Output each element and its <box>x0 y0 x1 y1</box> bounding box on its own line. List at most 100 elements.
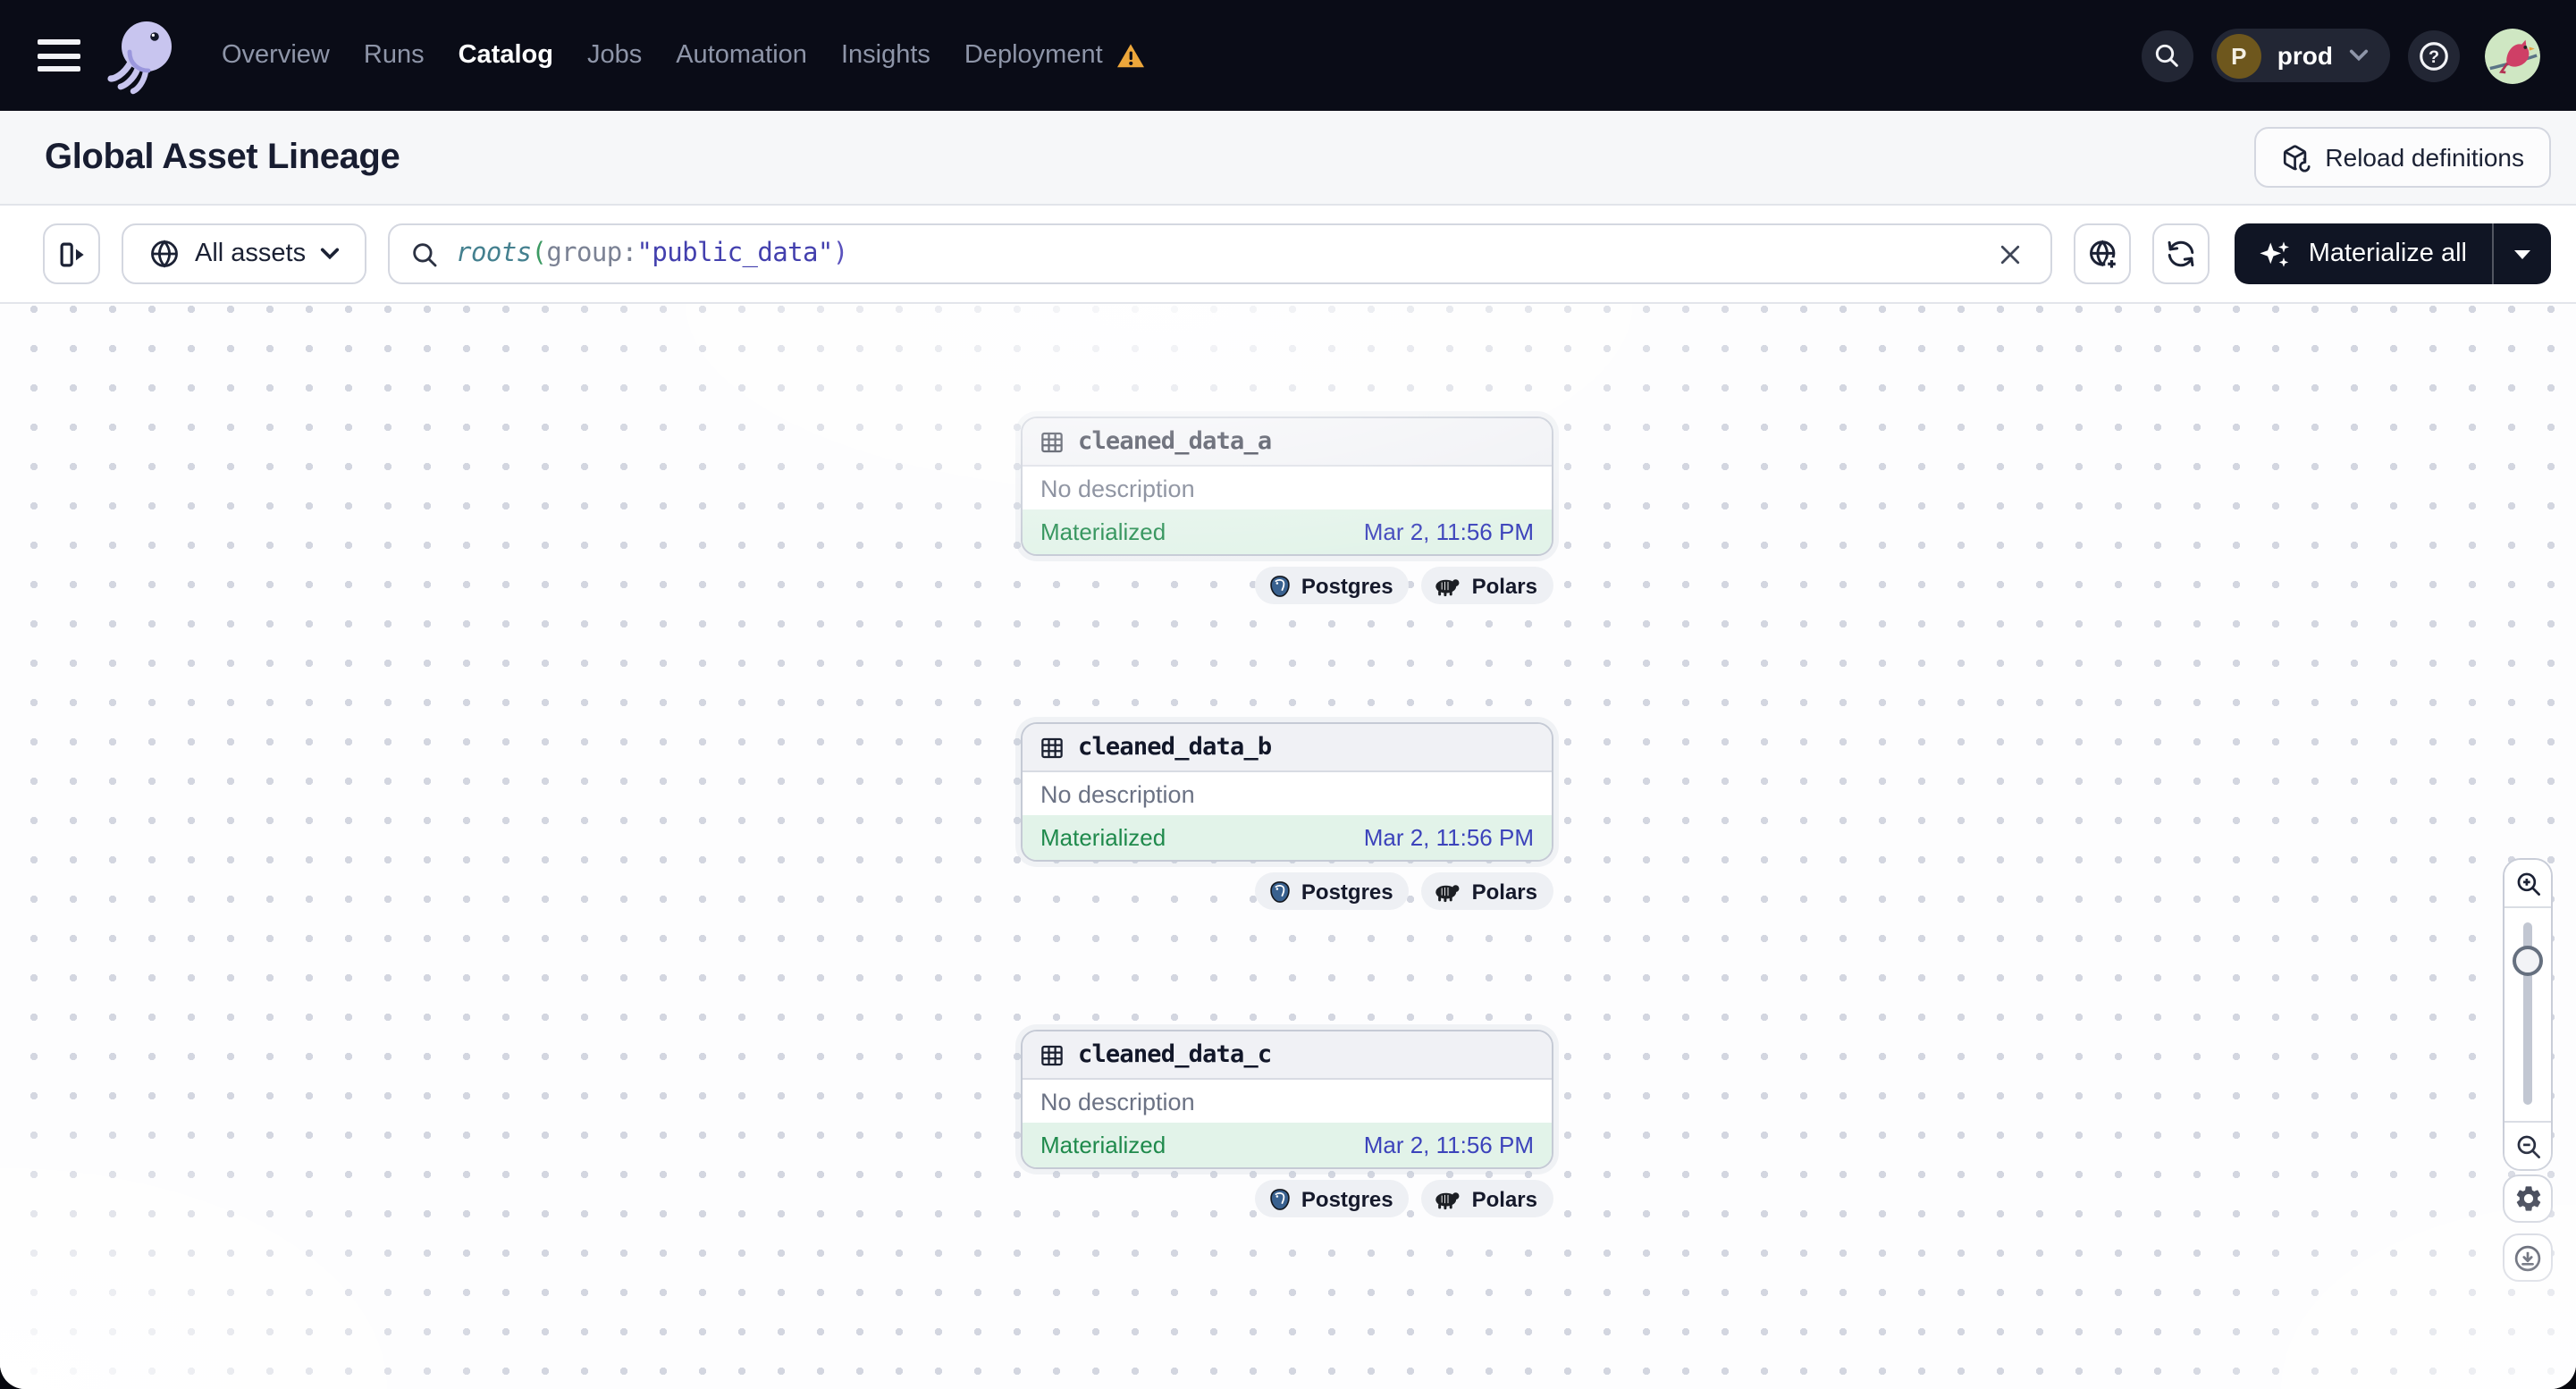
download-graph-button[interactable] <box>2503 1233 2553 1282</box>
save-catalog-view-button[interactable] <box>2074 223 2132 284</box>
asset-node-group: cleaned_data_c No description Materializ… <box>1021 1030 1553 1217</box>
materialization-timestamp[interactable]: Mar 2, 11:56 PM <box>1364 824 1534 851</box>
polars-icon <box>1435 1192 1461 1210</box>
zoom-in-icon <box>2516 871 2539 895</box>
postgres-icon <box>1270 1188 1290 1209</box>
asset-tags: Postgres Polars <box>1021 567 1553 604</box>
query-open-paren: ( <box>531 240 547 268</box>
asset-description: No description <box>1023 772 1552 815</box>
asset-name: cleaned_data_b <box>1078 733 1272 762</box>
materialization-timestamp[interactable]: Mar 2, 11:56 PM <box>1364 1132 1534 1158</box>
dagster-logo-icon[interactable] <box>107 16 179 95</box>
status-badge: Materialized <box>1040 518 1166 545</box>
tag-postgres[interactable]: Postgres <box>1254 567 1410 604</box>
user-avatar[interactable] <box>2485 28 2540 83</box>
page-header: Global Asset Lineage Reload definitions <box>0 111 2576 206</box>
tag-polars[interactable]: Polars <box>1421 567 1553 604</box>
table-icon <box>1041 431 1063 452</box>
open-side-panel-button[interactable] <box>43 223 100 284</box>
status-badge: Materialized <box>1040 824 1166 851</box>
asset-node-cleaned-data-c[interactable]: cleaned_data_c No description Materializ… <box>1021 1030 1553 1169</box>
reload-definitions-button[interactable]: Reload definitions <box>2253 127 2551 188</box>
table-icon <box>1041 737 1063 758</box>
nav-item-runs[interactable]: Runs <box>364 41 425 70</box>
refresh-icon <box>2168 240 2195 267</box>
asset-node-header: cleaned_data_a <box>1023 418 1552 467</box>
selection-query: roots(group:"public_data") <box>456 240 849 268</box>
asset-status-row: Materialized Mar 2, 11:56 PM <box>1023 1123 1552 1167</box>
nav-item-catalog[interactable]: Catalog <box>459 41 553 70</box>
tag-polars[interactable]: Polars <box>1421 872 1553 910</box>
warning-icon <box>1116 43 1144 67</box>
tag-label: Polars <box>1471 573 1537 598</box>
materialize-all-button[interactable]: Materialize all <box>2235 223 2492 284</box>
tag-label: Polars <box>1471 1186 1537 1211</box>
help-button[interactable]: ? <box>2408 29 2460 81</box>
zoom-out-icon <box>2516 1134 2539 1158</box>
asset-name: cleaned_data_a <box>1078 427 1272 456</box>
asset-tags: Postgres Polars <box>1021 1180 1553 1217</box>
nav-item-overview[interactable]: Overview <box>222 41 330 70</box>
tag-postgres[interactable]: Postgres <box>1254 872 1410 910</box>
zoom-slider-thumb[interactable] <box>2513 946 2543 976</box>
query-argument-key: group: <box>546 240 637 268</box>
app-window: Overview Runs Catalog Jobs Automation In… <box>0 0 2576 1389</box>
panel-expand-icon <box>59 241 83 266</box>
sparkles-icon <box>2260 240 2290 266</box>
refresh-button[interactable] <box>2152 223 2210 284</box>
globe-plus-icon <box>2089 239 2118 270</box>
asset-scope-label: All assets <box>195 240 307 268</box>
chevron-down-icon <box>2349 49 2369 62</box>
nav-item-deployment[interactable]: Deployment <box>964 41 1146 70</box>
asset-description: No description <box>1023 467 1552 509</box>
asset-node-group: cleaned_data_a No description Materializ… <box>1021 417 1553 604</box>
download-icon <box>2514 1244 2541 1271</box>
lineage-canvas[interactable]: cleaned_data_a No description Materializ… <box>0 304 2576 1389</box>
polars-icon <box>1435 579 1461 597</box>
materialize-all-split-button: Materialize all <box>2235 223 2551 284</box>
asset-status-row: Materialized Mar 2, 11:56 PM <box>1023 509 1552 554</box>
page-title: Global Asset Lineage <box>45 137 400 176</box>
box-reload-icon <box>2283 144 2310 172</box>
nav-item-deployment-label: Deployment <box>964 41 1103 70</box>
tag-polars[interactable]: Polars <box>1421 1180 1553 1217</box>
postgres-icon <box>1270 575 1290 596</box>
nav-item-automation[interactable]: Automation <box>676 41 807 70</box>
zoom-slider[interactable] <box>2504 906 2551 1123</box>
zoom-out-button[interactable] <box>2504 1123 2551 1169</box>
materialize-options-button[interactable] <box>2494 223 2551 284</box>
postgres-icon <box>1270 880 1290 902</box>
gear-icon <box>2515 1186 2540 1211</box>
tag-postgres[interactable]: Postgres <box>1254 1180 1410 1217</box>
menu-icon[interactable] <box>38 39 80 72</box>
environment-switcher[interactable]: P prod <box>2210 29 2390 82</box>
clear-query-button[interactable] <box>1987 231 2033 277</box>
graph-settings-button[interactable] <box>2503 1174 2553 1223</box>
polars-icon <box>1435 885 1461 903</box>
tag-label: Postgres <box>1301 1186 1393 1211</box>
tag-label: Postgres <box>1301 879 1393 904</box>
query-argument-value: "public_data" <box>636 240 834 268</box>
chevron-down-icon <box>321 248 340 260</box>
materialize-all-label: Materialize all <box>2308 240 2467 268</box>
nav-item-jobs[interactable]: Jobs <box>587 41 642 70</box>
globe-icon <box>151 240 178 268</box>
query-function: roots <box>456 240 532 268</box>
query-close-paren: ) <box>832 240 849 268</box>
asset-selection-input[interactable]: roots(group:"public_data") <box>388 223 2053 284</box>
asset-node-cleaned-data-a[interactable]: cleaned_data_a No description Materializ… <box>1021 417 1553 556</box>
search-icon <box>413 242 437 266</box>
cardinal-bird-avatar-icon <box>2485 28 2540 83</box>
zoom-in-button[interactable] <box>2504 860 2551 906</box>
asset-node-cleaned-data-b[interactable]: cleaned_data_b No description Materializ… <box>1021 722 1553 862</box>
nav-item-insights[interactable]: Insights <box>841 41 930 70</box>
environment-avatar: P <box>2216 33 2261 78</box>
materialization-timestamp[interactable]: Mar 2, 11:56 PM <box>1364 518 1534 545</box>
asset-name: cleaned_data_c <box>1078 1040 1272 1069</box>
help-icon: ? <box>2420 41 2448 70</box>
table-icon <box>1041 1044 1063 1065</box>
status-badge: Materialized <box>1040 1132 1166 1158</box>
asset-scope-dropdown[interactable]: All assets <box>122 223 367 284</box>
asset-node-header: cleaned_data_b <box>1023 724 1552 772</box>
global-search-button[interactable] <box>2141 29 2193 81</box>
